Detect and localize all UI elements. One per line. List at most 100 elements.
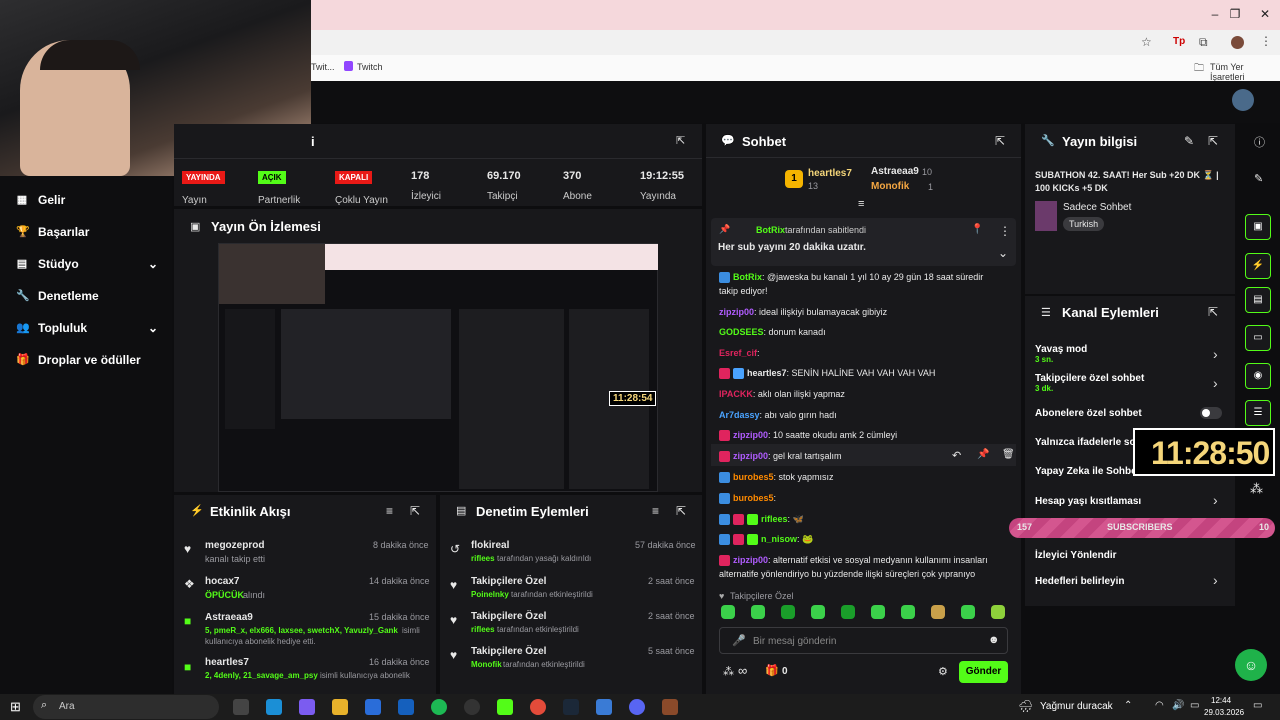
category-name[interactable]: Sadece Sohbet — [1063, 202, 1131, 213]
activity-user[interactable]: heartles7 — [205, 657, 249, 668]
list-icon[interactable]: ☰ — [1245, 400, 1271, 426]
steam-icon[interactable] — [563, 699, 579, 715]
spotify-icon[interactable] — [431, 699, 447, 715]
stream-preview[interactable]: 11:28:54 — [218, 243, 658, 492]
chevron-down-icon[interactable]: ⌄ — [998, 246, 1008, 260]
emote-icon[interactable] — [781, 605, 795, 619]
moderation-actor[interactable]: riflees — [471, 554, 495, 563]
activity-user[interactable]: Astraeaa9 — [205, 612, 253, 623]
chat-message[interactable]: n_nisow: 🐸 — [719, 534, 813, 546]
file-explorer-icon[interactable] — [332, 699, 348, 715]
tray-chevron-icon[interactable]: ⌃ — [1124, 700, 1132, 711]
points-icon[interactable]: ⁂ — [1250, 481, 1263, 497]
store-icon[interactable] — [365, 699, 381, 715]
chat-message[interactable]: zipzip00: 10 saatte okudu amk 2 cümleyi — [719, 430, 897, 442]
bookmark-partial[interactable]: Twit... — [311, 62, 335, 72]
chat-message[interactable]: BotRix: @jaweska bu kanalı 1 yıl 10 ay 2… — [719, 272, 983, 284]
broadcast-icon[interactable]: ◉ — [1245, 363, 1271, 389]
gift-icon[interactable]: 🎁 — [765, 664, 779, 677]
bookmarks-folder[interactable]: Tüm Yer İşaretleri — [1210, 62, 1280, 82]
user-avatar[interactable] — [1232, 89, 1254, 111]
filter-icon[interactable]: ≡ — [386, 504, 393, 518]
info-icon[interactable]: ⓘ — [1254, 134, 1265, 150]
sidebar-item-gelir[interactable]: ▦ Gelir — [16, 190, 66, 210]
pin-icon[interactable]: 📌 — [977, 449, 989, 460]
leaderboard-user[interactable]: Astraeaa9 — [871, 166, 919, 177]
copilot-icon[interactable] — [299, 699, 315, 715]
chat-message[interactable]: riflees: 🦋 — [719, 514, 804, 526]
chevron-right-icon[interactable]: › — [1213, 492, 1218, 508]
delete-icon[interactable]: 🗑 — [1002, 449, 1015, 460]
chat-message[interactable]: GODSEES: donum kanadı — [719, 327, 826, 337]
filter-icon[interactable]: ≡ — [652, 504, 659, 518]
action-ai-chat[interactable]: Yapay Zeka ile Sohbet — [1035, 466, 1140, 477]
weather-text[interactable]: Yağmur duracak — [1040, 701, 1113, 712]
menu-icon[interactable]: ⋮ — [1260, 34, 1272, 48]
chat-icon[interactable]: ▭ — [1245, 325, 1271, 351]
edge-icon[interactable] — [266, 699, 282, 715]
chevron-right-icon[interactable]: › — [1213, 572, 1218, 588]
action-account-age[interactable]: Hesap yaşı kısıtlaması — [1035, 496, 1141, 507]
clock-date[interactable]: 29.03.2026 — [1204, 708, 1244, 717]
volume-icon[interactable]: 🔊 — [1172, 700, 1184, 711]
chat-input[interactable]: 🎤 Bir mesaj gönderin ☻ — [719, 627, 1008, 654]
sub-chat-toggle[interactable] — [1200, 407, 1222, 419]
close-icon[interactable]: ✕ — [1250, 4, 1280, 24]
chat-message[interactable]: zipzip00: ideal ilişkiyi bulamayacak gib… — [719, 307, 887, 317]
chat-message[interactable]: heartles7: SENİN HALİNE VAH VAH VAH VAH — [719, 368, 935, 380]
puzzle-icon[interactable]: ⧉ — [1199, 35, 1208, 50]
sidebar-item-denetleme[interactable]: 🔧 Denetleme — [16, 286, 99, 306]
popout-icon[interactable]: ⇱ — [1208, 134, 1218, 148]
discord-icon[interactable] — [629, 699, 645, 715]
app-icon[interactable] — [596, 699, 612, 715]
leaderboard-user[interactable]: Monofik — [871, 181, 909, 192]
emote-icon[interactable] — [901, 605, 915, 619]
chrome-icon[interactable] — [530, 699, 546, 715]
chat-message[interactable]: IPACKK: aklı olan ilişki yapmaz — [719, 389, 845, 399]
moderation-actor[interactable]: Monofik — [471, 660, 502, 669]
chat-message[interactable]: Esref_cif: — [719, 348, 760, 358]
emote-icon[interactable] — [961, 605, 975, 619]
sidebar-item-droplar[interactable]: 🎁 Droplar ve ödüller — [16, 350, 141, 370]
support-chat-button[interactable]: ☺ — [1235, 649, 1267, 681]
leaderboard-user[interactable]: heartles7 — [808, 168, 852, 179]
emote-icon[interactable] — [751, 605, 765, 619]
emote-icon[interactable] — [721, 605, 735, 619]
emoji-icon[interactable]: ☻ — [988, 634, 1000, 646]
address-bar[interactable]: ☆ Tp ⧉ ⋮ — [311, 30, 1280, 55]
kick-icon[interactable] — [497, 699, 513, 715]
settings-icon[interactable]: ⚙ — [938, 665, 948, 678]
emote-icon[interactable] — [811, 605, 825, 619]
pinned-message[interactable]: 📌 BotRix tarafından sabitlendi Her sub y… — [711, 218, 1016, 266]
mic-icon[interactable]: 🎤 — [732, 634, 746, 647]
chat-message[interactable]: Ar7dassy: abı valo gırın hadı — [719, 410, 837, 420]
action-redirect-viewers[interactable]: İzleyici Yönlendir — [1035, 550, 1117, 561]
popout-icon[interactable]: ⇱ — [676, 504, 686, 518]
maximize-icon[interactable]: ❐ — [1220, 4, 1250, 24]
clock-time[interactable]: 12:44 — [1211, 696, 1231, 705]
popout-icon[interactable]: ⇱ — [995, 134, 1005, 148]
sidebar-item-studyo[interactable]: ▤ Stüdyo ⌄ — [16, 254, 158, 274]
send-button[interactable]: Gönder — [959, 661, 1008, 683]
document-icon[interactable]: ▤ — [1245, 287, 1271, 313]
reply-icon[interactable]: ↶ — [952, 449, 961, 462]
moderation-actor[interactable]: Poinelnky — [471, 590, 509, 599]
collapse-icon[interactable]: ≡ — [858, 198, 864, 210]
edit-icon[interactable]: ✎ — [1184, 134, 1194, 148]
bookmark-twitch[interactable]: Twitch — [357, 62, 383, 72]
bookmark-star-icon[interactable]: ☆ — [1141, 35, 1152, 49]
action-slow-mode[interactable]: Yavaş mod — [1035, 344, 1087, 355]
taskbar-search[interactable]: ⌕ Ara — [33, 695, 219, 719]
mail-icon[interactable] — [398, 699, 414, 715]
points-icon[interactable]: ⁂ — [723, 665, 734, 678]
windows-start-icon[interactable]: ⊞ — [10, 699, 21, 715]
action-set-goals[interactable]: Hedefleri belirleyin — [1035, 576, 1124, 587]
popout-icon[interactable]: ⇱ — [676, 134, 685, 147]
action-follower-chat[interactable]: Takipçilere özel sohbet — [1035, 373, 1144, 384]
emote-icon[interactable] — [931, 605, 945, 619]
moderation-actor[interactable]: riflees — [471, 625, 495, 634]
notification-icon[interactable]: ▭ — [1253, 700, 1262, 711]
chat-message[interactable]: zipzip00: gel kral tartışalım — [719, 451, 842, 463]
app-icon[interactable] — [662, 699, 678, 715]
activity-user[interactable]: hocax7 — [205, 576, 239, 587]
